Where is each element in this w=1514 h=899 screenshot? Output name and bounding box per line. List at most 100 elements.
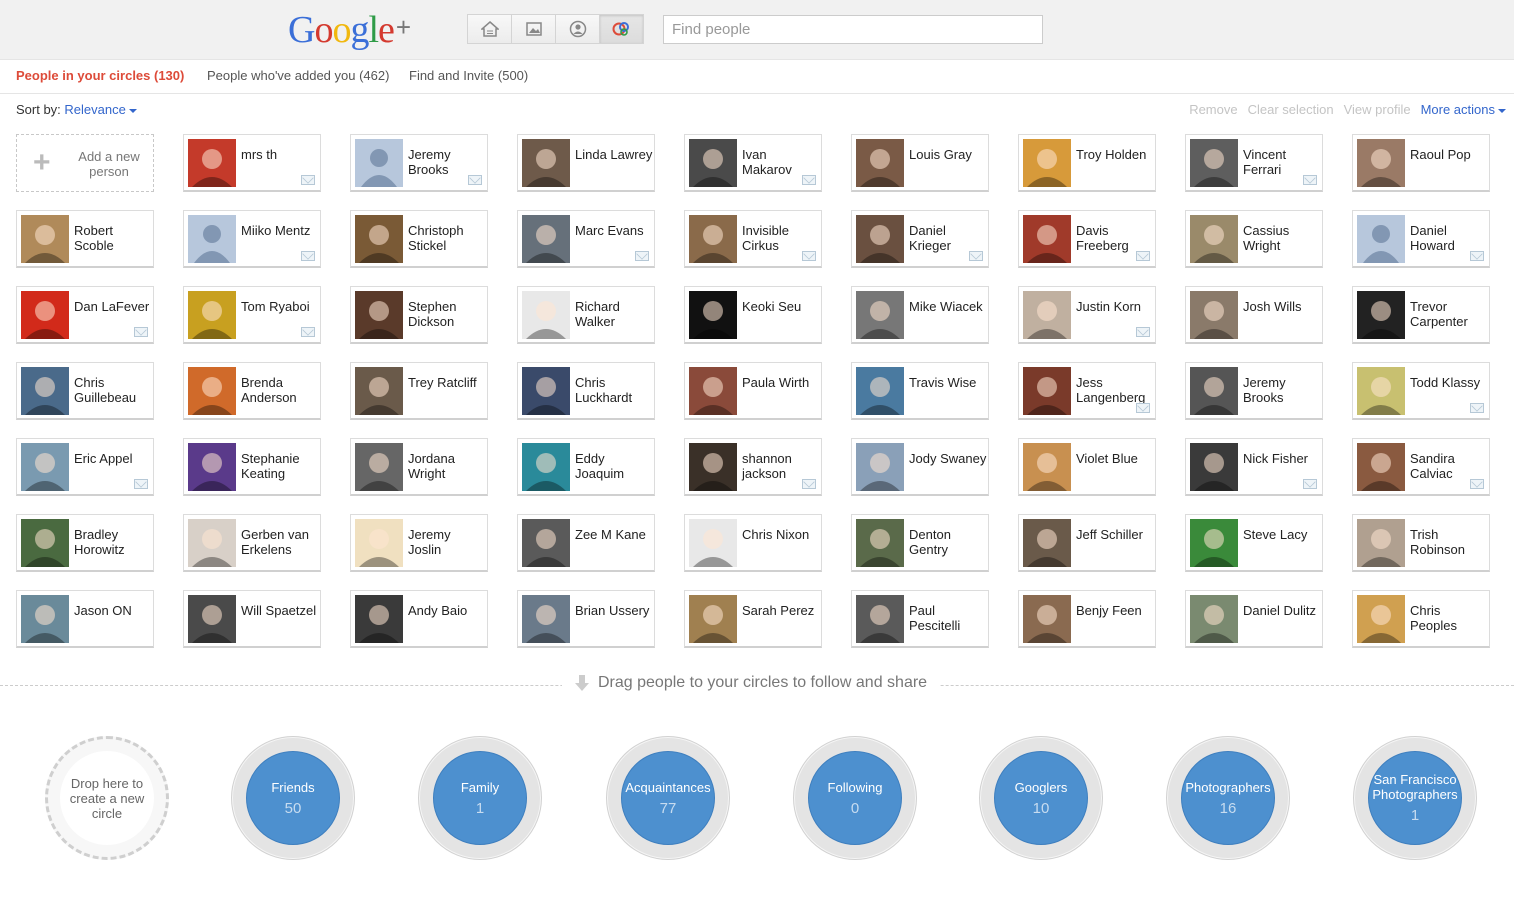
chevron-down-icon (128, 108, 137, 113)
person-card[interactable]: Jeremy Joslin (350, 514, 488, 572)
google-plus-logo[interactable]: Google+ (288, 8, 411, 55)
person-card[interactable]: Josh Wills (1185, 286, 1323, 344)
person-card[interactable]: Stephanie Keating (183, 438, 321, 496)
person-card[interactable]: Jeff Schiller (1018, 514, 1156, 572)
person-card[interactable]: Trevor Carpenter (1352, 286, 1490, 344)
circle-inner: Friends 50 (246, 751, 340, 845)
person-card[interactable]: Invisible Cirkus (684, 210, 822, 268)
circle-following[interactable]: Following 0 (793, 736, 917, 860)
person-card[interactable]: Keoki Seu (684, 286, 822, 344)
find-people-input[interactable] (663, 15, 1043, 44)
person-card[interactable]: Jordana Wright (350, 438, 488, 496)
person-card[interactable]: Zee M Kane (517, 514, 655, 572)
person-card[interactable]: Paul Pescitelli (851, 590, 989, 648)
person-card[interactable]: Miiko Mentz (183, 210, 321, 268)
person-name: Andy Baio (408, 603, 468, 618)
person-card[interactable]: Louis Gray (851, 134, 989, 192)
tab-people-in-circles[interactable]: People in your circles (130) (16, 68, 184, 83)
person-name: Raoul Pop (1410, 147, 1471, 162)
person-card[interactable]: mrs th (183, 134, 321, 192)
avatar (522, 367, 570, 415)
view-profile-button[interactable]: View profile (1344, 102, 1411, 117)
person-card[interactable]: Violet Blue (1018, 438, 1156, 496)
circle-inner: Photographers 16 (1181, 751, 1275, 845)
person-card[interactable]: Tom Ryaboi (183, 286, 321, 344)
remove-button[interactable]: Remove (1189, 102, 1237, 117)
person-card[interactable]: Chris Guillebeau (16, 362, 154, 420)
person-card[interactable]: Nick Fisher (1185, 438, 1323, 496)
person-name: Keoki Seu (742, 299, 802, 314)
tab-people-who-added-you[interactable]: People who've added you (462) (207, 68, 389, 83)
person-card[interactable]: shannon jackson (684, 438, 822, 496)
person-card[interactable]: Eric Appel (16, 438, 154, 496)
circle-acquaintances[interactable]: Acquaintances 77 (606, 736, 730, 860)
person-card[interactable]: Stephen Dickson (350, 286, 488, 344)
person-card[interactable]: Vincent Ferrari (1185, 134, 1323, 192)
person-card[interactable]: Richard Walker (517, 286, 655, 344)
avatar (1357, 367, 1405, 415)
tab-find-and-invite[interactable]: Find and Invite (500) (409, 68, 528, 83)
more-actions-button[interactable]: More actions (1421, 102, 1506, 117)
person-card[interactable]: Daniel Howard (1352, 210, 1490, 268)
circle-friends[interactable]: Friends 50 (231, 736, 355, 860)
nav-photos-button[interactable] (511, 14, 556, 44)
person-card[interactable]: Jody Swaney (851, 438, 989, 496)
person-card[interactable]: Troy Holden (1018, 134, 1156, 192)
avatar (21, 367, 69, 415)
circle-photographers[interactable]: Photographers 16 (1166, 736, 1290, 860)
person-card[interactable]: Trey Ratcliff (350, 362, 488, 420)
person-card[interactable]: Daniel Krieger (851, 210, 989, 268)
person-card[interactable]: Bradley Horowitz (16, 514, 154, 572)
person-card[interactable]: Dan LaFever (16, 286, 154, 344)
person-card[interactable]: Chris Nixon (684, 514, 822, 572)
nav-profile-button[interactable] (555, 14, 600, 44)
person-card[interactable]: Brian Ussery (517, 590, 655, 648)
person-card[interactable]: Sarah Perez (684, 590, 822, 648)
person-card[interactable]: Gerben van Erkelens (183, 514, 321, 572)
person-card[interactable]: Ivan Makarov (684, 134, 822, 192)
person-name: Chris Peoples (1410, 603, 1457, 633)
person-card[interactable]: Robert Scoble (16, 210, 154, 268)
person-card[interactable]: Chris Peoples (1352, 590, 1490, 648)
person-card[interactable]: Paula Wirth (684, 362, 822, 420)
person-card[interactable]: Jeremy Brooks (350, 134, 488, 192)
person-card[interactable]: Justin Korn (1018, 286, 1156, 344)
person-card[interactable]: Steve Lacy (1185, 514, 1323, 572)
nav-circles-button[interactable] (599, 14, 644, 44)
person-card[interactable]: Eddy Joaquim (517, 438, 655, 496)
add-new-person-card[interactable]: + Add a new person (16, 134, 154, 192)
person-card[interactable]: Chris Luckhardt (517, 362, 655, 420)
person-card[interactable]: Travis Wise (851, 362, 989, 420)
person-card[interactable]: Jess Langenberg (1018, 362, 1156, 420)
create-new-circle-dropzone[interactable]: Drop here to create a new circle (45, 736, 169, 860)
circle-san-francisco-photographers[interactable]: San Francisco Photographers 1 (1353, 736, 1477, 860)
person-card[interactable]: Benjy Feen (1018, 590, 1156, 648)
circle-family[interactable]: Family 1 (418, 736, 542, 860)
avatar (1357, 519, 1405, 567)
person-card[interactable]: Cassius Wright (1185, 210, 1323, 268)
person-card[interactable]: Will Spaetzel (183, 590, 321, 648)
circle-name: San Francisco Photographers (1372, 772, 1458, 802)
person-card[interactable]: Sandira Calviac (1352, 438, 1490, 496)
person-card[interactable]: Denton Gentry (851, 514, 989, 572)
person-card[interactable]: Linda Lawrey (517, 134, 655, 192)
sort-dropdown[interactable]: Relevance (64, 102, 137, 117)
person-card[interactable]: Mike Wiacek (851, 286, 989, 344)
nav-home-button[interactable] (467, 14, 512, 44)
new-circle-line2: create a new (69, 790, 145, 806)
person-card[interactable]: Christoph Stickel (350, 210, 488, 268)
person-card[interactable]: Daniel Dulitz (1185, 590, 1323, 648)
avatar (689, 367, 737, 415)
person-card[interactable]: Brenda Anderson (183, 362, 321, 420)
person-card[interactable]: Trish Robinson (1352, 514, 1490, 572)
person-card[interactable]: Jason ON (16, 590, 154, 648)
person-card[interactable]: Davis Freeberg (1018, 210, 1156, 268)
person-card[interactable]: Jeremy Brooks (1185, 362, 1323, 420)
person-card[interactable]: Todd Klassy (1352, 362, 1490, 420)
circle-googlers[interactable]: Googlers 10 (979, 736, 1103, 860)
clear-selection-button[interactable]: Clear selection (1248, 102, 1334, 117)
person-name: Trish Robinson (1410, 527, 1465, 557)
person-card[interactable]: Raoul Pop (1352, 134, 1490, 192)
person-card[interactable]: Marc Evans (517, 210, 655, 268)
person-card[interactable]: Andy Baio (350, 590, 488, 648)
